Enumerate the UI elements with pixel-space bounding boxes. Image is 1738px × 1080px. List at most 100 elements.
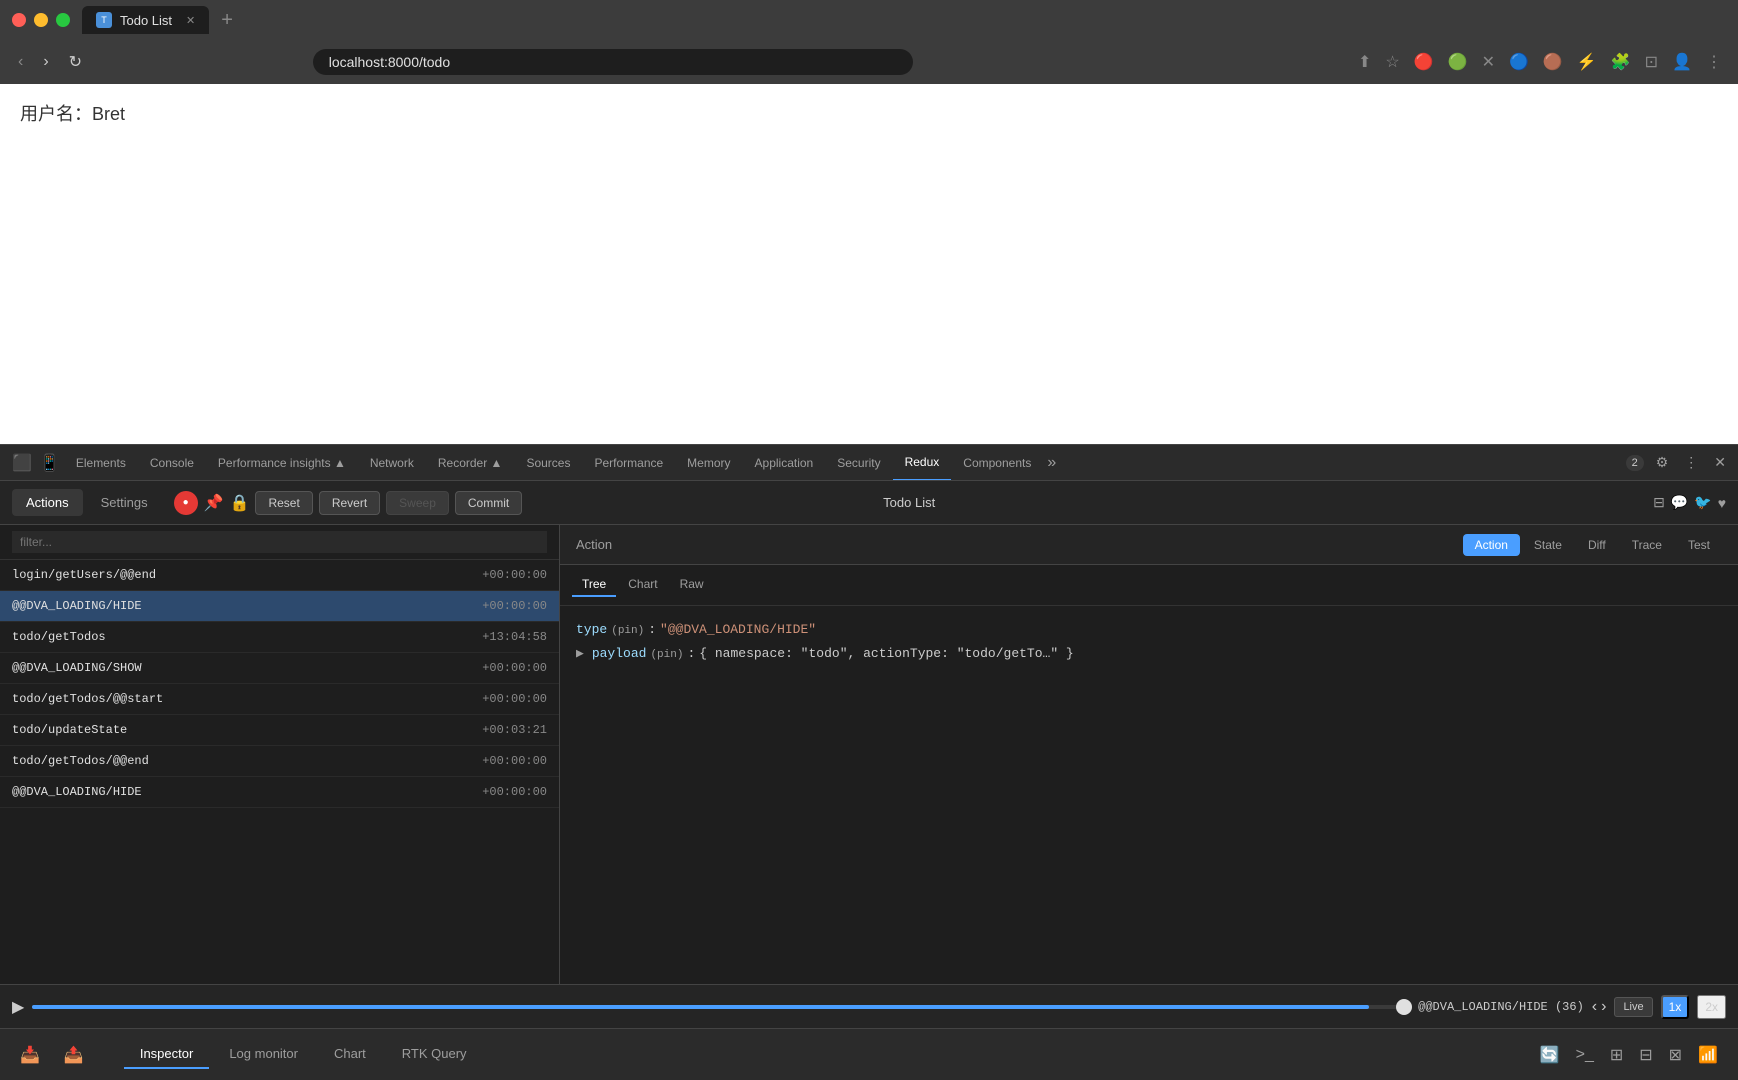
action-item[interactable]: @@DVA_LOADING/HIDE +00:00:00 <box>0 591 559 622</box>
bottom-tab-log-monitor[interactable]: Log monitor <box>213 1040 314 1069</box>
tree-tab-chart[interactable]: Chart <box>618 573 667 597</box>
inspector-title: Action <box>576 537 612 552</box>
tab-network[interactable]: Network <box>358 445 426 481</box>
close-button[interactable] <box>12 13 26 27</box>
subtab-actions[interactable]: Actions <box>12 489 83 516</box>
more-tabs[interactable]: » <box>1047 454 1056 472</box>
timeline-progress <box>32 1005 1368 1009</box>
tab-recorder[interactable]: Recorder ▲ <box>426 445 515 481</box>
badge: 2 <box>1626 455 1644 471</box>
heart-icon[interactable]: ♥ <box>1718 495 1726 511</box>
twitter-icon[interactable]: 🐦 <box>1694 494 1711 511</box>
action-item[interactable]: todo/getTodos +13:04:58 <box>0 622 559 653</box>
avatar-icon[interactable]: 👤 <box>1668 48 1696 76</box>
inspector-header: Action Action State Diff Trace T <box>560 525 1738 565</box>
url-display: localhost:8000/todo <box>329 54 450 70</box>
next-button[interactable]: › <box>1601 998 1606 1016</box>
pin-button[interactable]: 📌 <box>204 493 224 513</box>
record-button[interactable]: ● <box>174 491 198 515</box>
back-button[interactable]: ‹ <box>12 49 29 75</box>
tree-tab-tree[interactable]: Tree <box>572 573 616 597</box>
tree-tab-raw[interactable]: Raw <box>670 573 714 597</box>
tab-console[interactable]: Console <box>138 445 206 481</box>
columns-icon[interactable]: ⊟ <box>1653 494 1665 511</box>
refresh-icon[interactable]: 🔄 <box>1536 1041 1564 1069</box>
action-item[interactable]: todo/getTodos/@@start +00:00:00 <box>0 684 559 715</box>
inspector-tab-action[interactable]: Action <box>1463 534 1520 556</box>
subtab-settings[interactable]: Settings <box>87 489 162 516</box>
close-devtools-icon[interactable]: ✕ <box>1710 450 1730 475</box>
lock-button[interactable]: 🔒 <box>230 493 250 513</box>
tab-memory[interactable]: Memory <box>675 445 742 481</box>
extension-icon-5[interactable]: 🟤 <box>1539 48 1567 76</box>
bottom-icon-1[interactable]: 📥 <box>16 1041 44 1069</box>
inspector-tab-group: Action State Diff Trace Test <box>1463 534 1722 556</box>
new-tab-button[interactable]: + <box>213 9 241 32</box>
address-bar[interactable]: localhost:8000/todo <box>313 49 913 75</box>
wireless-icon[interactable]: 📶 <box>1694 1041 1722 1069</box>
bottom-icon-2[interactable]: 📤 <box>60 1041 88 1069</box>
inspector-tab-test[interactable]: Test <box>1676 534 1722 556</box>
commit-button[interactable]: Commit <box>455 491 522 515</box>
action-item[interactable]: @@DVA_LOADING/SHOW +00:00:00 <box>0 653 559 684</box>
action-item[interactable]: todo/updateState +00:03:21 <box>0 715 559 746</box>
prev-button[interactable]: ‹ <box>1592 998 1597 1016</box>
lightning-icon[interactable]: ⚡ <box>1573 48 1601 76</box>
devtools-right-actions: 2 ⚙ ⋮ ✕ <box>1626 450 1730 475</box>
timeline-thumb[interactable] <box>1396 999 1412 1015</box>
action-item[interactable]: login/getUsers/@@end +00:00:00 <box>0 560 559 591</box>
maximize-button[interactable] <box>56 13 70 27</box>
bottom-toolbar: 📥 📤 Inspector Log monitor Chart RTK Quer… <box>0 1028 1738 1080</box>
timeline-bar[interactable] <box>32 1005 1410 1009</box>
bottom-tab-chart[interactable]: Chart <box>318 1040 382 1069</box>
filter-input[interactable] <box>12 531 547 553</box>
minimize-button[interactable] <box>34 13 48 27</box>
inspector-tab-trace[interactable]: Trace <box>1620 534 1674 556</box>
live-button[interactable]: Live <box>1614 997 1652 1017</box>
refresh-button[interactable]: ↻ <box>63 48 88 76</box>
tab-sources[interactable]: Sources <box>514 445 582 481</box>
tab-application[interactable]: Application <box>743 445 826 481</box>
more-icon[interactable]: ⋮ <box>1702 48 1726 76</box>
speed-2x-button[interactable]: 2x <box>1697 995 1726 1019</box>
speed-1x-button[interactable]: 1x <box>1661 995 1690 1019</box>
reset-button[interactable]: Reset <box>255 491 312 515</box>
tab-components[interactable]: Components <box>951 445 1043 481</box>
devtools-device-icon[interactable]: 📱 <box>36 449 64 477</box>
tab-favicon: T <box>96 12 112 28</box>
terminal-icon[interactable]: >_ <box>1572 1042 1598 1068</box>
devtools-inspect-icon[interactable]: ⬛ <box>8 449 36 477</box>
forward-button[interactable]: › <box>37 49 54 75</box>
grid-icon-1[interactable]: ⊞ <box>1606 1041 1627 1069</box>
play-button[interactable]: ▶ <box>12 997 24 1017</box>
tab-security[interactable]: Security <box>825 445 892 481</box>
extension-icon-1[interactable]: 🔴 <box>1410 48 1438 76</box>
tab-performance-insights[interactable]: Performance insights ▲ <box>206 445 358 481</box>
bottom-tab-inspector[interactable]: Inspector <box>124 1040 209 1069</box>
action-item[interactable]: todo/getTodos/@@end +00:00:00 <box>0 746 559 777</box>
extension-icon-4[interactable]: 🔵 <box>1505 48 1533 76</box>
more-options-icon[interactable]: ⋮ <box>1680 450 1702 475</box>
inspector-tab-diff[interactable]: Diff <box>1576 534 1618 556</box>
inspector-tab-state[interactable]: State <box>1522 534 1574 556</box>
settings-icon[interactable]: ⚙ <box>1652 450 1673 475</box>
tab-redux[interactable]: Redux <box>893 445 952 481</box>
share-icon[interactable]: ⬆ <box>1354 48 1375 76</box>
grid-icon-2[interactable]: ⊟ <box>1635 1041 1656 1069</box>
tab-elements[interactable]: Elements <box>64 445 138 481</box>
tree-expand-icon[interactable]: ▶ <box>576 642 584 665</box>
sidebar-icon[interactable]: ⊡ <box>1641 48 1662 76</box>
sweep-button[interactable]: Sweep <box>386 491 449 515</box>
tab-close-button[interactable]: ✕ <box>186 14 195 27</box>
puzzle-icon[interactable]: 🧩 <box>1607 48 1635 76</box>
bookmark-icon[interactable]: ☆ <box>1381 48 1403 76</box>
extension-icon-2[interactable]: 🟢 <box>1444 48 1472 76</box>
extension-icon-3[interactable]: ✕ <box>1478 48 1499 76</box>
browser-tab[interactable]: T Todo List ✕ <box>82 6 209 34</box>
bottom-tab-rtk-query[interactable]: RTK Query <box>386 1040 483 1069</box>
revert-button[interactable]: Revert <box>319 491 380 515</box>
tab-performance[interactable]: Performance <box>582 445 675 481</box>
grid-icon-3[interactable]: ⊠ <box>1665 1041 1686 1069</box>
action-item[interactable]: @@DVA_LOADING/HIDE +00:00:00 <box>0 777 559 808</box>
chat-icon[interactable]: 💬 <box>1671 494 1688 511</box>
